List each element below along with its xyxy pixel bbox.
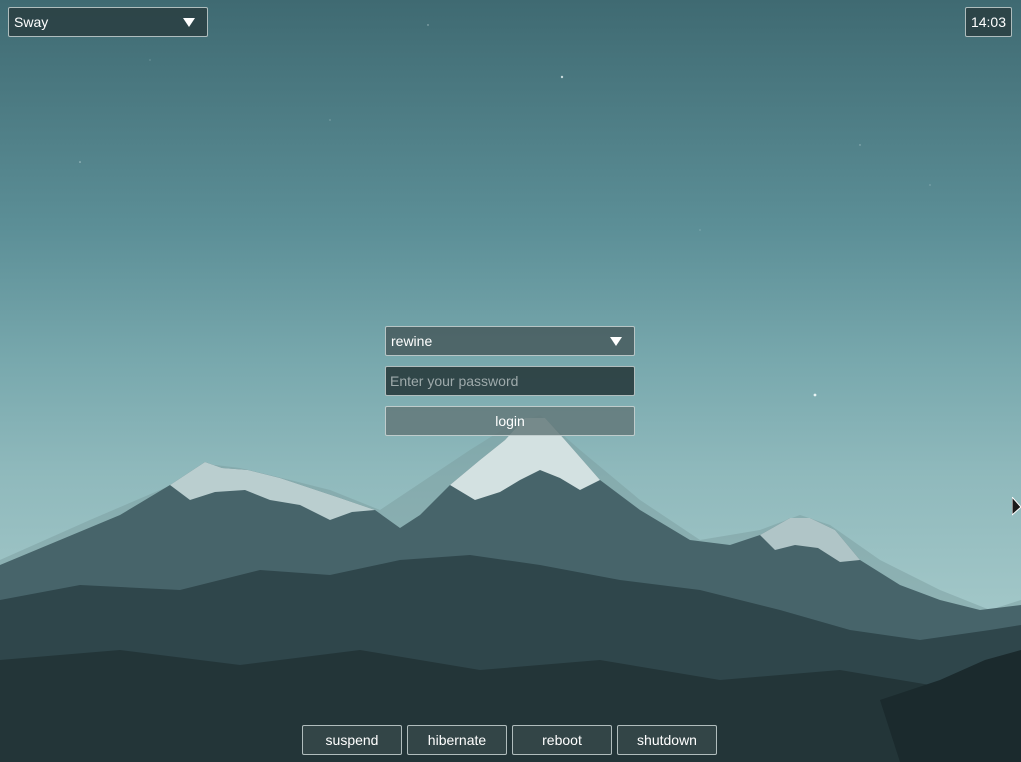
suspend-button[interactable]: suspend [302,725,402,755]
session-selected-label: Sway [14,14,49,30]
chevron-down-icon [183,18,195,27]
reboot-button[interactable]: reboot [512,725,612,755]
clock: 14:03 [965,7,1012,37]
login-button[interactable]: login [385,406,635,436]
shutdown-button[interactable]: shutdown [617,725,717,755]
clock-time: 14:03 [970,14,1007,30]
user-selected-label: rewine [391,333,433,349]
password-input[interactable] [385,366,635,396]
session-selector[interactable]: Sway [8,7,208,37]
hibernate-button[interactable]: hibernate [407,725,507,755]
mouse-pointer-icon [1012,497,1021,516]
chevron-down-icon [610,337,622,346]
user-selector[interactable]: rewine [385,326,635,356]
